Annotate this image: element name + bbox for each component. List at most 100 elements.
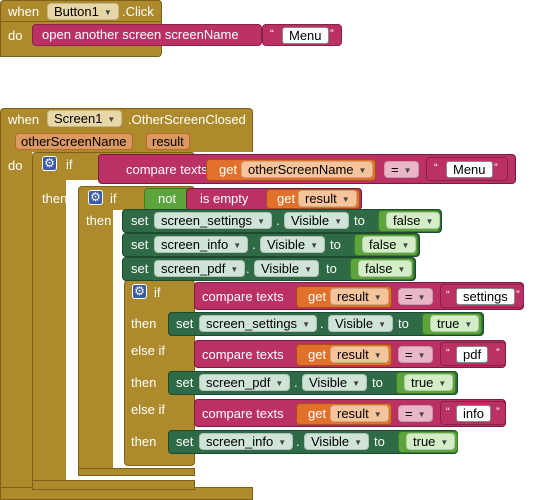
get-keyword: get	[308, 406, 327, 421]
set-keyword: set	[131, 261, 149, 276]
if-keyword-third: if	[154, 285, 161, 300]
event-name-2: .OtherScreenClosed	[128, 112, 246, 127]
variable-dropdown-otherscreenname[interactable]: otherScreenName ▼	[241, 161, 374, 178]
dropdown-arrow-icon: ▼	[417, 410, 426, 419]
gear-icon[interactable]: ⚙	[88, 190, 103, 205]
dropdown-arrow-icon: ▼	[373, 293, 382, 302]
component-dropdown-screen-pdf[interactable]: screen_pdf ▼	[199, 374, 291, 391]
dropdown-arrow-icon: ▼	[373, 410, 382, 419]
variable-dropdown-result[interactable]: result ▼	[330, 346, 389, 363]
param-otherscreenname[interactable]: otherScreenName	[15, 133, 133, 150]
logic-dropdown-false[interactable]: false ▼	[362, 236, 417, 253]
logic-dropdown-true[interactable]: true ▼	[404, 374, 454, 391]
string-value-pdf[interactable]: pdf	[456, 346, 489, 363]
operator-dropdown-eq[interactable]: = ▼	[398, 346, 433, 363]
dropdown-arrow-icon: ▼	[341, 195, 350, 204]
component-dropdown-screen-pdf[interactable]: screen_pdf ▼	[154, 260, 246, 277]
when-keyword: when	[8, 4, 40, 19]
dot-separator: .	[252, 237, 256, 252]
compare-texts-label: compare texts	[202, 406, 284, 421]
string-value-menu-2[interactable]: Menu	[446, 161, 493, 178]
property-dropdown-visible[interactable]: Visible ▼	[304, 433, 369, 450]
component-dropdown-screen1[interactable]: Screen1 ▼	[47, 110, 123, 127]
event-name: .Click	[122, 4, 154, 19]
dropdown-arrow-icon: ▼	[107, 115, 116, 124]
string-value-menu[interactable]: Menu	[282, 27, 329, 44]
dropdown-arrow-icon: ▼	[403, 166, 412, 175]
dot-separator: .	[320, 316, 324, 331]
param-result[interactable]: result	[146, 133, 190, 150]
compare-texts-label: compare texts	[202, 289, 284, 304]
property-dropdown-visible[interactable]: Visible ▼	[302, 374, 367, 391]
do-keyword-2: do	[8, 158, 23, 173]
dropdown-arrow-icon: ▼	[417, 351, 426, 360]
quote-close-icon: ”	[496, 347, 500, 359]
then-keyword-pdf: then	[131, 375, 157, 390]
dropdown-arrow-icon: ▼	[230, 265, 239, 274]
dot-separator: .	[294, 375, 298, 390]
component-dropdown-screen-info[interactable]: screen_info ▼	[154, 236, 249, 253]
dropdown-arrow-icon: ▼	[438, 379, 447, 388]
to-keyword: to	[354, 213, 365, 228]
component-dropdown-screen-settings[interactable]: screen_settings ▼	[154, 212, 272, 229]
when-keyword-2: when	[8, 112, 40, 127]
gear-icon[interactable]: ⚙	[42, 156, 57, 171]
operator-dropdown-eq[interactable]: = ▼	[398, 288, 433, 305]
variable-dropdown-result[interactable]: result ▼	[330, 405, 389, 422]
dropdown-arrow-icon: ▼	[334, 217, 342, 226]
quote-open-icon: “	[434, 162, 438, 174]
then-keyword-third: then	[131, 316, 157, 331]
component-dropdown-screen-settings[interactable]: screen_settings ▼	[199, 315, 317, 332]
property-dropdown-visible[interactable]: Visible ▼	[260, 236, 325, 253]
is-empty-keyword: is empty	[200, 191, 249, 206]
property-dropdown-visible[interactable]: Visible ▼	[254, 260, 319, 277]
logic-dropdown-false[interactable]: false ▼	[358, 260, 413, 277]
else-if-keyword-info: else if	[131, 402, 165, 417]
operator-dropdown-eq[interactable]: = ▼	[384, 161, 419, 178]
to-keyword: to	[372, 375, 383, 390]
get-keyword: get	[308, 289, 327, 304]
component-dropdown-button1[interactable]: Button1 ▼	[47, 3, 119, 20]
if-keyword-inner: if	[110, 191, 117, 206]
logic-dropdown-true[interactable]: true ▼	[406, 433, 456, 450]
dropdown-arrow-icon: ▼	[352, 379, 360, 388]
dropdown-arrow-icon: ▼	[417, 293, 426, 302]
logic-dropdown-false[interactable]: false ▼	[386, 212, 441, 229]
to-keyword: to	[330, 237, 341, 252]
variable-dropdown-result[interactable]: result ▼	[330, 288, 389, 305]
then-keyword-outer: then	[42, 191, 68, 206]
quote-close-icon: ”	[496, 406, 500, 418]
component-dropdown-screen-info[interactable]: screen_info ▼	[199, 433, 294, 450]
gear-icon[interactable]: ⚙	[132, 284, 147, 299]
variable-dropdown-result[interactable]: result ▼	[298, 190, 357, 207]
property-dropdown-visible[interactable]: Visible ▼	[328, 315, 393, 332]
dot-separator: .	[246, 261, 250, 276]
open-another-screen-label: open another screen screenName	[42, 27, 239, 42]
dropdown-arrow-icon: ▼	[304, 265, 312, 274]
then-keyword-info: then	[131, 434, 157, 449]
property-dropdown-visible[interactable]: Visible ▼	[284, 212, 349, 229]
set-keyword: set	[131, 237, 149, 252]
dropdown-arrow-icon: ▼	[302, 320, 310, 329]
logic-dropdown-true[interactable]: true ▼	[430, 315, 480, 332]
dropdown-arrow-icon: ▼	[373, 351, 382, 360]
do-keyword: do	[8, 28, 23, 43]
string-value-settings[interactable]: settings	[456, 288, 515, 305]
dropdown-arrow-icon: ▼	[378, 320, 386, 329]
operator-dropdown-eq[interactable]: = ▼	[398, 405, 433, 422]
dropdown-arrow-icon: ▼	[358, 166, 367, 175]
dropdown-arrow-icon: ▼	[354, 438, 362, 447]
to-keyword: to	[374, 434, 385, 449]
quote-open-icon: “	[446, 289, 450, 301]
dropdown-arrow-icon: ▼	[257, 217, 265, 226]
dropdown-arrow-icon: ▼	[278, 438, 287, 447]
then-keyword-inner: then	[86, 213, 112, 228]
string-value-info[interactable]: info	[456, 405, 491, 422]
quote-close-icon: ”	[516, 289, 520, 301]
quote-close-icon: ”	[330, 28, 334, 40]
to-keyword: to	[398, 316, 409, 331]
dot-separator: .	[296, 434, 300, 449]
dropdown-arrow-icon: ▼	[464, 320, 473, 329]
quote-open-icon: “	[270, 28, 274, 40]
dropdown-arrow-icon: ▼	[103, 8, 112, 17]
